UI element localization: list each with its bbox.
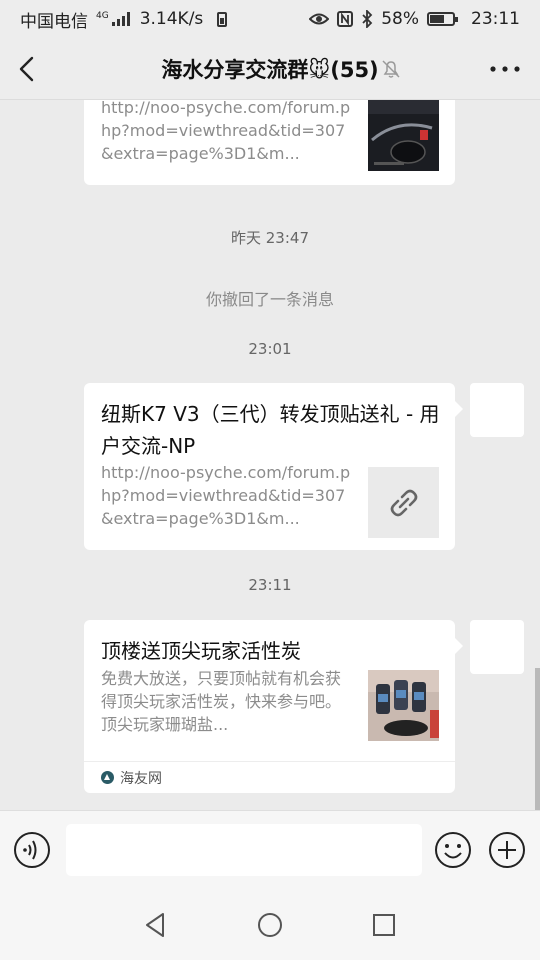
more-dots-icon bbox=[490, 66, 520, 72]
input-bar bbox=[0, 810, 540, 890]
clock: 23:11 bbox=[471, 9, 520, 29]
nav-bar bbox=[0, 890, 540, 960]
card-link-desc: http://noo-psyche.com/forum.php?mod=view… bbox=[101, 463, 351, 528]
chat-title: 海水分享交流群🐭(55) bbox=[161, 58, 379, 82]
source-logo-icon bbox=[101, 771, 114, 784]
network-speed: 3.14K/s bbox=[139, 9, 204, 29]
timestamp: 23:01 bbox=[248, 340, 292, 358]
card-title: 顶楼送顶尖玩家活性炭 bbox=[101, 639, 301, 663]
link-icon bbox=[390, 489, 417, 516]
card-source: 海友网 bbox=[84, 761, 455, 793]
status-bar: 中国电信 4G 3.14K/s 58% 23:11 bbox=[0, 0, 540, 38]
card-title: 纽斯K7 V3（三代）转发顶贴送礼 - 用户交流-NP bbox=[101, 402, 440, 458]
card-thumbnail bbox=[368, 467, 439, 538]
bell-off-icon bbox=[380, 58, 402, 80]
sim-icon bbox=[217, 11, 228, 27]
nav-recent-icon bbox=[373, 914, 395, 936]
network-tag: 4G bbox=[96, 11, 109, 21]
timestamp: 昨天 23:47 bbox=[231, 229, 309, 247]
message-input[interactable] bbox=[66, 824, 422, 876]
nfc-icon bbox=[337, 11, 354, 27]
link-card[interactable]: 纽斯K7 V3（三代）转发顶贴送礼 - 用户交流-NP http://noo-p… bbox=[84, 383, 463, 550]
chat-header: 海水分享交流群🐭(55) bbox=[0, 38, 540, 100]
emoji-button[interactable] bbox=[434, 831, 472, 869]
nav-recent-button[interactable] bbox=[368, 909, 400, 941]
voice-icon bbox=[14, 832, 50, 868]
nav-back-button[interactable] bbox=[139, 909, 171, 941]
emoji-icon bbox=[435, 832, 471, 868]
nav-home-icon bbox=[258, 913, 282, 937]
carrier-label: 中国电信 bbox=[20, 11, 88, 32]
card-link-desc: http://noo-psyche.com/forum.php?mod=view… bbox=[101, 100, 351, 163]
more-button[interactable] bbox=[488, 54, 522, 84]
card-thumbnail bbox=[368, 100, 439, 171]
eye-icon bbox=[309, 13, 330, 25]
recall-notice: 你撤回了一条消息 bbox=[205, 290, 334, 309]
nav-back-icon bbox=[146, 913, 164, 937]
avatar[interactable] bbox=[470, 383, 524, 437]
bluetooth-icon bbox=[362, 10, 373, 28]
plus-button[interactable] bbox=[488, 831, 526, 869]
signal-icon: 4G bbox=[96, 12, 130, 26]
battery-icon bbox=[427, 12, 458, 26]
card-thumbnail bbox=[368, 670, 439, 741]
nav-home-button[interactable] bbox=[254, 909, 286, 941]
card-link-desc: 免费大放送，只要顶帖就有机会获得顶尖玩家活性炭，快来参与吧。顶尖玩家珊瑚盐... bbox=[101, 669, 342, 734]
avatar[interactable] bbox=[470, 620, 524, 674]
timestamp: 23:11 bbox=[248, 576, 292, 594]
scrollbar[interactable] bbox=[535, 668, 540, 810]
link-card[interactable]: http://noo-psyche.com/forum.php?mod=view… bbox=[84, 100, 455, 185]
battery-percent: 58% bbox=[381, 9, 419, 29]
link-card[interactable]: 顶楼送顶尖玩家活性炭 免费大放送，只要顶帖就有机会获得顶尖玩家活性炭，快来参与吧… bbox=[84, 620, 463, 793]
chat-area[interactable]: http://noo-psyche.com/forum.php?mod=view… bbox=[0, 100, 540, 810]
source-name: 海友网 bbox=[120, 770, 162, 787]
voice-button[interactable] bbox=[13, 831, 51, 869]
plus-icon bbox=[489, 832, 525, 868]
product-image-icon bbox=[368, 100, 439, 171]
product-image-icon bbox=[368, 670, 439, 741]
